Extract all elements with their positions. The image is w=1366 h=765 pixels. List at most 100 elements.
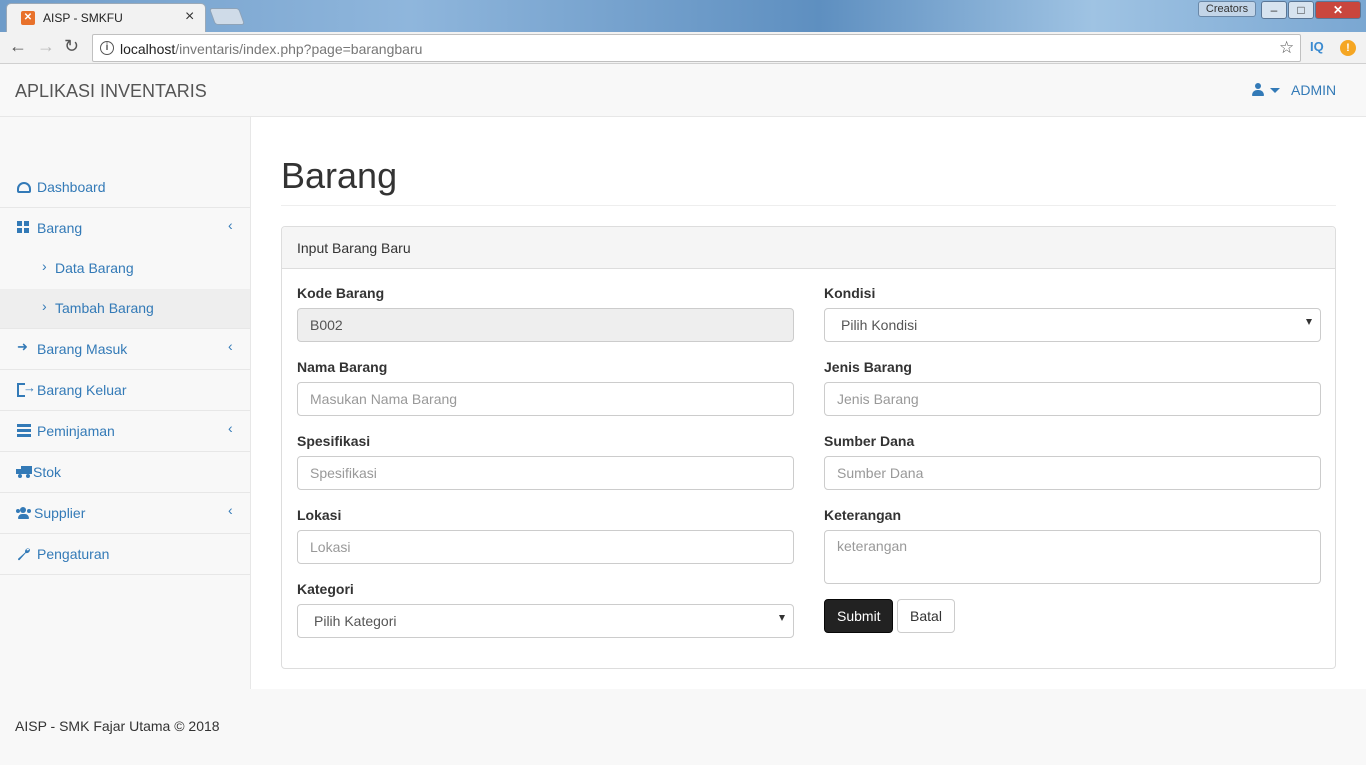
maximize-button[interactable]: □ <box>1288 1 1314 19</box>
user-dropdown[interactable]: ADMIN <box>1252 82 1336 98</box>
keterangan-label: Keterangan <box>824 507 902 523</box>
bookmark-star-icon[interactable]: ☆ <box>1279 38 1294 58</box>
sidebar-item-label: Pengaturan <box>37 546 110 562</box>
form-group-kode: Kode Barang <box>297 285 794 342</box>
iq-extension-icon[interactable]: IQ <box>1310 39 1324 54</box>
chevron-left-icon: ‹ <box>228 502 233 518</box>
sidebar-item-tambah-barang[interactable]: › Tambah Barang <box>0 289 250 329</box>
sidebar-item-stok[interactable]: Stok <box>0 452 250 493</box>
panel-heading: Input Barang Baru <box>282 227 1335 269</box>
url-host: localhost <box>120 41 176 57</box>
truck-icon <box>16 465 32 479</box>
select-arrow-icon <box>779 615 785 621</box>
list-icon <box>17 424 31 438</box>
chevron-left-icon: ‹ <box>228 217 233 233</box>
warning-extension-icon[interactable]: ! <box>1340 40 1356 56</box>
grid-icon <box>17 221 31 235</box>
submit-button[interactable]: Submit <box>824 599 893 633</box>
sidebar-item-label: Stok <box>33 464 62 480</box>
form-group-kategori: Kategori Pilih Kategori <box>297 581 794 638</box>
form-group-nama: Nama Barang <box>297 359 794 416</box>
sidebar-item-peminjaman[interactable]: Peminjaman ‹ <box>0 411 250 452</box>
input-panel: Input Barang Baru Kode Barang Nama Baran… <box>281 226 1336 669</box>
sidebar-item-barang-keluar[interactable]: Barang Keluar <box>0 370 250 411</box>
sidebar-item-label: Barang Masuk <box>37 341 128 357</box>
sidebar-item-label: Dashboard <box>37 179 106 195</box>
tab-close-icon[interactable]: × <box>185 8 194 26</box>
sidebar-item-data-barang[interactable]: › Data Barang <box>0 249 250 289</box>
kode-barang-label: Kode Barang <box>297 285 385 301</box>
close-window-button[interactable]: ✕ <box>1315 1 1361 19</box>
app-brand[interactable]: APLIKASI INVENTARIS <box>15 81 207 102</box>
chevron-right-icon: › <box>42 298 47 314</box>
top-navbar: APLIKASI INVENTARIS ADMIN <box>0 65 1366 117</box>
chevron-left-icon: ‹ <box>228 420 233 436</box>
sidebar: Dashboard Barang ‹ › Data Barang › Tamba… <box>0 117 251 689</box>
sidebar-item-pengaturan[interactable]: Pengaturan <box>0 534 250 575</box>
form-group-keterangan: Keterangan <box>824 507 1321 584</box>
sidebar-item-barang-masuk[interactable]: Barang Masuk ‹ <box>0 329 250 370</box>
tab-title: AISP - SMKFU <box>43 11 123 25</box>
sidebar-item-barang[interactable]: Barang ‹ <box>0 208 250 249</box>
sign-in-icon <box>17 339 31 356</box>
kategori-select[interactable]: Pilih Kategori <box>297 604 794 638</box>
lokasi-input[interactable] <box>297 530 794 564</box>
sidebar-item-supplier[interactable]: Supplier ‹ <box>0 493 250 534</box>
jenis-barang-input[interactable] <box>824 382 1321 416</box>
dashboard-icon <box>17 182 31 193</box>
kondisi-label: Kondisi <box>824 285 876 301</box>
sidebar-item-dashboard[interactable]: Dashboard <box>0 167 250 208</box>
user-icon <box>1252 83 1264 97</box>
form-group-sumber: Sumber Dana <box>824 433 1321 490</box>
cancel-button[interactable]: Batal <box>897 599 955 633</box>
form-group-kondisi: Kondisi Pilih Kondisi <box>824 285 1321 342</box>
form-group-jenis: Jenis Barang <box>824 359 1321 416</box>
caret-down-icon <box>1270 87 1280 93</box>
kategori-selected-value: Pilih Kategori <box>314 613 397 629</box>
browser-tab[interactable]: ✕ AISP - SMKFU × <box>6 3 206 32</box>
forward-arrow-icon[interactable]: → <box>37 36 55 57</box>
info-icon[interactable]: i <box>100 41 114 55</box>
sidebar-item-label: Peminjaman <box>37 423 115 439</box>
back-arrow-icon[interactable]: ← <box>9 36 27 57</box>
address-bar[interactable]: i localhost/inventaris/index.php?page=ba… <box>92 34 1301 62</box>
main-content: Barang Input Barang Baru Kode Barang Nam… <box>251 117 1366 689</box>
nama-barang-input[interactable] <box>297 382 794 416</box>
user-name: ADMIN <box>1291 82 1337 98</box>
footer-text: AISP - SMK Fajar Utama © 2018 <box>15 718 220 734</box>
nama-barang-label: Nama Barang <box>297 359 388 375</box>
lokasi-label: Lokasi <box>297 507 342 523</box>
users-icon <box>15 506 32 520</box>
url-text[interactable]: localhost/inventaris/index.php?page=bara… <box>120 41 422 57</box>
kondisi-select[interactable]: Pilih Kondisi <box>824 308 1321 342</box>
sign-out-icon <box>17 380 36 397</box>
creators-badge[interactable]: Creators <box>1198 1 1256 17</box>
form-actions: Submit Batal <box>824 599 1321 633</box>
sidebar-item-label: Supplier <box>34 505 86 521</box>
xampp-favicon-icon: ✕ <box>21 11 35 25</box>
sumber-dana-input[interactable] <box>824 456 1321 490</box>
kode-barang-input[interactable] <box>297 308 794 342</box>
spesifikasi-input[interactable] <box>297 456 794 490</box>
select-arrow-icon <box>1306 319 1312 325</box>
wrench-icon <box>17 547 31 561</box>
chevron-left-icon: ‹ <box>228 338 233 354</box>
browser-titlebar: ✕ AISP - SMKFU × Creators – □ ✕ <box>0 0 1366 32</box>
sumber-dana-label: Sumber Dana <box>824 433 915 449</box>
jenis-barang-label: Jenis Barang <box>824 359 912 375</box>
new-tab-button[interactable] <box>208 8 246 25</box>
browser-toolbar: ← → ↻ i localhost/inventaris/index.php?p… <box>0 32 1366 64</box>
form-group-spesifikasi: Spesifikasi <box>297 433 794 490</box>
sidebar-item-label: Tambah Barang <box>55 300 154 316</box>
form-group-lokasi: Lokasi <box>297 507 794 564</box>
minimize-button[interactable]: – <box>1261 1 1287 19</box>
url-path: /inventaris/index.php?page=barangbaru <box>175 41 423 57</box>
kategori-label: Kategori <box>297 581 354 597</box>
sidebar-item-label: Data Barang <box>55 260 134 276</box>
spesifikasi-label: Spesifikasi <box>297 433 371 449</box>
reload-icon[interactable]: ↻ <box>64 36 79 57</box>
keterangan-textarea[interactable] <box>824 530 1321 584</box>
kondisi-selected-value: Pilih Kondisi <box>841 317 918 333</box>
title-divider <box>281 205 1336 206</box>
chevron-right-icon: › <box>42 258 47 274</box>
